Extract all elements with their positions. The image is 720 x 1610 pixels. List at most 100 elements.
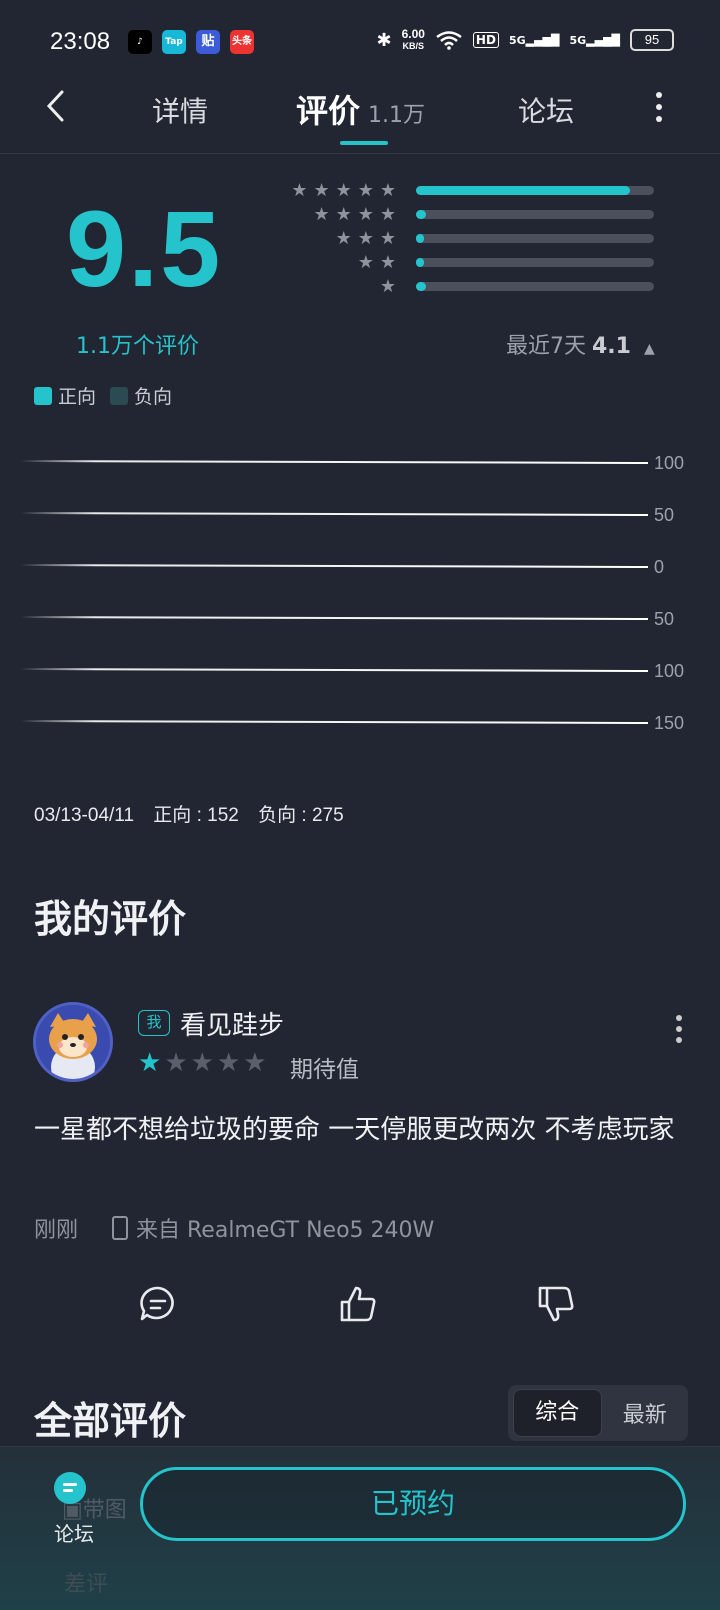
- thumbs-down-icon: [538, 1286, 574, 1322]
- recent-label: 最近7天: [506, 334, 586, 359]
- phone-icon: [112, 1216, 129, 1240]
- speed-value: 6.00: [401, 27, 425, 41]
- rating-bar-3: [416, 234, 654, 243]
- all-reviews-title: 全部评价: [34, 1399, 187, 1443]
- shiba-avatar-icon: [36, 1005, 110, 1079]
- tab-reviews[interactable]: 评价 1.1万: [296, 86, 425, 132]
- positive-swatch: [34, 386, 52, 405]
- sort-comprehensive[interactable]: 综合: [513, 1389, 602, 1437]
- y-tick-label: 50: [654, 609, 674, 629]
- my-review-title: 我的评价: [34, 897, 187, 941]
- rating-bar-fill: [416, 210, 426, 219]
- rating-bar-fill: [416, 258, 425, 267]
- user-rating: ★ ★ ★ ★ ★: [138, 1048, 267, 1078]
- tab-reviews-label: 评价: [296, 92, 361, 130]
- filter-negative[interactable]: 差评: [64, 1566, 108, 1598]
- star-row-4: ★★★★: [313, 204, 402, 225]
- review-time: 刚刚: [34, 1218, 79, 1243]
- avatar[interactable]: [33, 1002, 113, 1082]
- more-menu-button[interactable]: [656, 92, 662, 128]
- y-tick-label: 50: [654, 505, 674, 525]
- gridline: [19, 616, 649, 620]
- sort-toggle: 综合 最新: [508, 1385, 688, 1441]
- star-row-2: ★★: [357, 252, 402, 273]
- y-tick-label: 150: [654, 713, 684, 733]
- tab-reviews-count: 1.1万: [368, 103, 426, 128]
- y-tick-label: 0: [654, 557, 664, 577]
- rating-bar-5: [416, 186, 654, 195]
- star-row-5: ★★★★★: [291, 180, 402, 201]
- rating-bar-2: [416, 258, 654, 267]
- caret-up-icon: ▲: [643, 341, 655, 357]
- divider: [0, 153, 720, 154]
- star-icon-empty: ★: [164, 1048, 188, 1078]
- summary-negative: 负向 : 275: [258, 805, 344, 826]
- rating-bar-fill: [416, 186, 631, 195]
- gridline: [19, 720, 649, 724]
- gridline: [19, 668, 649, 672]
- summary-date-range: 03/13-04/11: [34, 805, 135, 826]
- comment-button[interactable]: [138, 1284, 178, 1324]
- toutiao-icon: 头条: [230, 30, 254, 54]
- status-bar: 23:08 ♪ Tap 贴 头条 ✱ 6.00 KB/S HD 5G▂▄▆█ 5…: [0, 0, 720, 84]
- dislike-button[interactable]: [536, 1284, 576, 1324]
- review-more-button[interactable]: [676, 1015, 682, 1048]
- wifi-icon: [436, 31, 462, 50]
- y-tick-label: 100: [654, 661, 684, 681]
- star-icon-empty: ★: [243, 1048, 267, 1078]
- sim2-label: 5G: [569, 33, 587, 47]
- recent-rating[interactable]: 最近7天 4.1 ▲: [506, 328, 655, 360]
- recent-score: 4.1: [592, 334, 631, 359]
- tab-details[interactable]: 详情: [152, 90, 208, 130]
- star-row-3: ★★★: [335, 228, 402, 249]
- summary-positive: 正向 : 152: [153, 805, 239, 826]
- forum-icon[interactable]: [54, 1472, 86, 1504]
- star-icon-empty: ★: [190, 1048, 214, 1078]
- douyin-icon: ♪: [128, 30, 152, 54]
- star-icon-empty: ★: [216, 1048, 241, 1078]
- speed-unit: KB/S: [402, 41, 424, 51]
- gridline: [19, 564, 649, 568]
- review-device: 来自 RealmeGT Neo5 240W: [136, 1218, 435, 1243]
- forum-label[interactable]: 论坛: [54, 1518, 94, 1547]
- review-meta: 刚刚 来自 RealmeGT Neo5 240W: [34, 1212, 434, 1244]
- back-button[interactable]: [44, 88, 68, 131]
- hd-icon: HD: [472, 32, 499, 48]
- username[interactable]: 看见跬步: [180, 1005, 284, 1042]
- tab-forum[interactable]: 论坛: [518, 90, 574, 130]
- active-tab-indicator: [340, 141, 388, 145]
- chevron-left-icon: [46, 90, 64, 122]
- thumbs-up-icon: [340, 1286, 376, 1322]
- network-speed: 6.00 KB/S: [402, 28, 425, 52]
- clock: 23:08: [50, 28, 111, 55]
- star-row-1: ★: [379, 276, 402, 297]
- review-tag: 期待值: [290, 1057, 359, 1083]
- signal-icon-sim1: 5G▂▄▆█: [508, 33, 560, 47]
- rating-bar-4: [416, 210, 654, 219]
- review-count: 1.1万个评价: [76, 334, 199, 359]
- taptap-icon: Tap: [162, 30, 186, 54]
- system-icons: ✱ 6.00 KB/S HD 5G▂▄▆█ 5G▂▄▆█ 95: [376, 28, 674, 52]
- comment-icon: [140, 1286, 174, 1321]
- signal-icon-sim2: 5G▂▄▆█: [569, 33, 620, 47]
- gridline: [19, 460, 649, 464]
- sim1-label: 5G: [508, 33, 526, 47]
- reserved-button[interactable]: 已预约: [140, 1467, 686, 1541]
- bluetooth-icon: ✱: [376, 29, 392, 51]
- rating-bar-fill: [416, 282, 426, 291]
- overall-score: 9.5: [66, 188, 223, 309]
- gridline: [19, 512, 649, 516]
- rating-bar-fill: [416, 234, 425, 243]
- like-button[interactable]: [338, 1284, 378, 1324]
- legend-negative: 负向: [134, 386, 173, 408]
- sentiment-chart: 100 50 0 50 100 150: [19, 453, 684, 733]
- sort-latest[interactable]: 最新: [602, 1397, 689, 1429]
- rating-bar-1: [416, 282, 654, 291]
- tieba-icon: 贴: [196, 30, 220, 54]
- star-icon-filled: ★: [138, 1048, 162, 1078]
- me-badge: 我: [138, 1010, 170, 1036]
- review-text[interactable]: 一星都不想给垃圾的要命 一天停服更改两次 不考虑玩家: [34, 1108, 684, 1153]
- chart-summary: 03/13-04/11 正向 : 152 负向 : 275: [34, 800, 358, 827]
- chart-legend: 正向 负向: [34, 382, 172, 409]
- battery-icon: 95: [630, 29, 674, 51]
